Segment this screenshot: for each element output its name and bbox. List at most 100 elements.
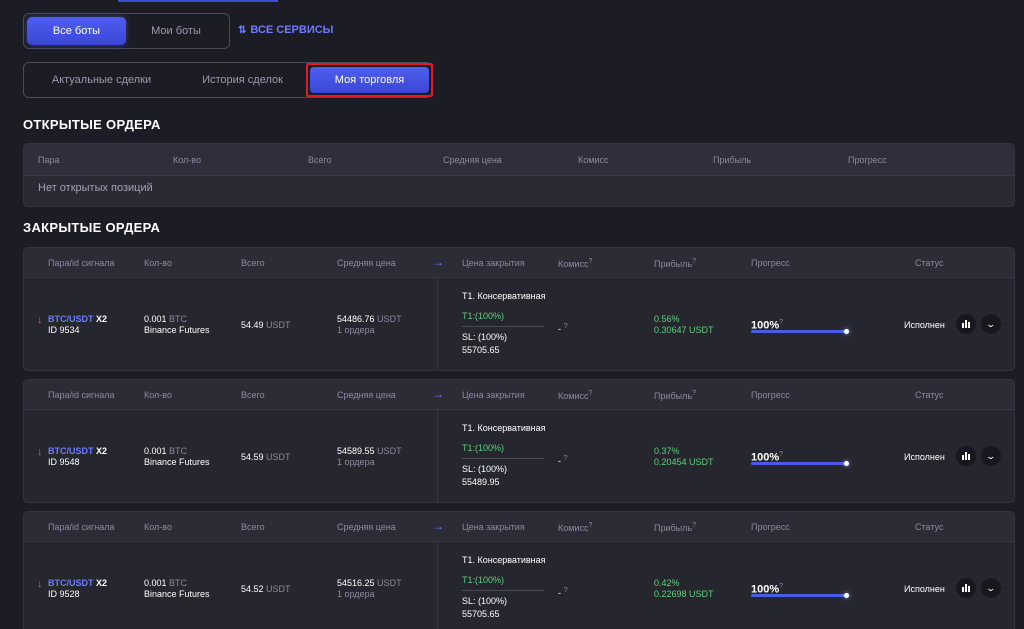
chart-button[interactable] [956,578,976,598]
fee-cell: - ? [558,452,568,467]
help-icon[interactable]: ? [588,390,592,397]
avg-unit: USDT [377,314,402,324]
profit-cell: 0.56% 0.30647 USDT [654,314,714,336]
all-services-link[interactable]: ⇅ ВСЕ СЕРВИСЫ [238,24,333,36]
stop-loss: SL: (100%) [462,464,508,474]
orders-count: 1 ордера [337,325,375,335]
help-icon[interactable]: ? [779,583,783,590]
expand-button[interactable]: ⌄ [981,578,1001,598]
pair-link[interactable]: BTC/USDT [48,578,94,588]
tp-divider [462,458,544,459]
tab-current-trades[interactable]: Актуальные сделки [24,63,179,97]
chart-button[interactable] [956,314,976,334]
profit-usdt: 0.22698 USDT [654,589,714,599]
help-icon[interactable]: ? [779,319,783,326]
col-progress: Прогресс [751,522,790,532]
bots-segmented-control: Все боты Мои боты [23,13,230,49]
expand-button[interactable]: ⌄ [981,446,1001,466]
col-total: Всего [241,258,265,268]
chart-button[interactable] [956,446,976,466]
signal-id: ID 9534 [48,325,80,335]
avg-unit: USDT [377,578,402,588]
col-profit: Прибыль [713,154,752,165]
total-value: 54.52 [241,584,264,594]
arrow-down-icon: ↓ [37,314,43,326]
col-avg-price: Средняя цена [443,154,502,165]
col-close-price: Цена закрытия [462,522,525,532]
leverage: X2 [96,446,108,456]
col-pair-signal: Пара/id сигнала [48,390,115,400]
tab-my-trading[interactable]: Моя торговля [310,67,429,93]
progress-bar-fill [751,329,849,334]
qty-cell: 0.001 BTC Binance Futures [144,578,210,600]
profit-percent: 0.37% [654,446,680,456]
progress-bar [751,593,849,598]
profit-percent: 0.56% [654,314,680,324]
status-label: Исполнен [904,452,945,462]
col-progress: Прогресс [751,258,790,268]
expand-button[interactable]: ⌄ [981,314,1001,334]
status-label: Исполнен [904,320,945,330]
arrow-right-icon: → [432,387,444,401]
help-icon[interactable]: ? [588,522,592,529]
take-profit: T1:(100%) [462,311,505,321]
chevron-down-icon: ⌄ [985,582,997,593]
profit-usdt: 0.30647 USDT [654,325,714,335]
tab-my-trading-highlight[interactable]: Моя торговля [306,63,433,97]
fee-cell: - ? [558,320,568,335]
bar-chart-icon [962,584,970,592]
col-status: Статус [915,390,944,400]
signal-id: ID 9548 [48,457,80,467]
tab-trade-history[interactable]: История сделок [179,63,306,97]
help-icon[interactable]: ? [779,451,783,458]
pair-cell: ↓ BTC/USDT X2 ID 9548 [37,446,108,468]
stop-loss-price: 55705.65 [462,609,500,619]
closed-order-header: Пара/id сигнала Кол-во Всего Средняя цен… [24,512,1014,542]
avg-price-cell: 54516.25 USDT 1 ордера [337,578,402,600]
all-bots-tab[interactable]: Все боты [27,17,126,45]
stop-loss-price: 55705.65 [462,345,500,355]
closed-order-row: ↓ BTC/USDT X2 ID 9534 0.001 BTC Binance … [24,278,1014,370]
col-fee: Комисс? [558,522,593,533]
col-avg-price: Средняя цена [337,258,396,268]
col-profit: Прибыль? [654,258,696,269]
pair-link[interactable]: BTC/USDT [48,446,94,456]
my-bots-tab[interactable]: Мои боты [126,17,226,45]
col-status: Статус [915,522,944,532]
fee-value: - [558,588,561,598]
profit-usdt: 0.20454 USDT [654,457,714,467]
arrow-down-icon: ↓ [37,578,43,590]
col-progress: Прогресс [751,390,790,400]
closed-order-row: ↓ BTC/USDT X2 ID 9528 0.001 BTC Binance … [24,542,1014,629]
qty-value: 0.001 [144,446,167,456]
col-avg-price: Средняя цена [337,522,396,532]
help-icon[interactable]: ? [692,522,696,529]
help-icon[interactable]: ? [564,585,568,594]
tp-divider [462,590,544,591]
take-profit: T1:(100%) [462,443,505,453]
stop-loss: SL: (100%) [462,332,508,342]
col-profit: Прибыль? [654,522,696,533]
open-orders-table: Пара Кол-во Всего Средняя цена Комисс Пр… [23,143,1015,207]
arrow-right-icon: → [432,255,444,269]
exchange: Binance Futures [144,589,210,599]
help-icon[interactable]: ? [692,390,696,397]
col-total: Всего [308,154,332,165]
stop-loss: SL: (100%) [462,596,508,606]
chevron-down-icon: ⌄ [985,318,997,329]
help-icon[interactable]: ? [588,258,592,265]
help-icon[interactable]: ? [564,453,568,462]
help-icon[interactable]: ? [564,321,568,330]
arrow-down-icon: ↓ [37,446,43,458]
avg-price-cell: 54486.76 USDT 1 ордера [337,314,402,336]
pair-cell: ↓ BTC/USDT X2 ID 9534 [37,314,107,336]
strategy-name: T1. Консервативная [462,291,546,301]
profit-cell: 0.37% 0.20454 USDT [654,446,714,468]
col-profit: Прибыль? [654,390,696,401]
avg-value: 54516.25 [337,578,375,588]
help-icon[interactable]: ? [692,258,696,265]
pair-link[interactable]: BTC/USDT [48,314,94,324]
profit-cell: 0.42% 0.22698 USDT [654,578,714,600]
strategy-name: T1. Консервативная [462,423,546,433]
qty-unit: BTC [169,314,188,324]
